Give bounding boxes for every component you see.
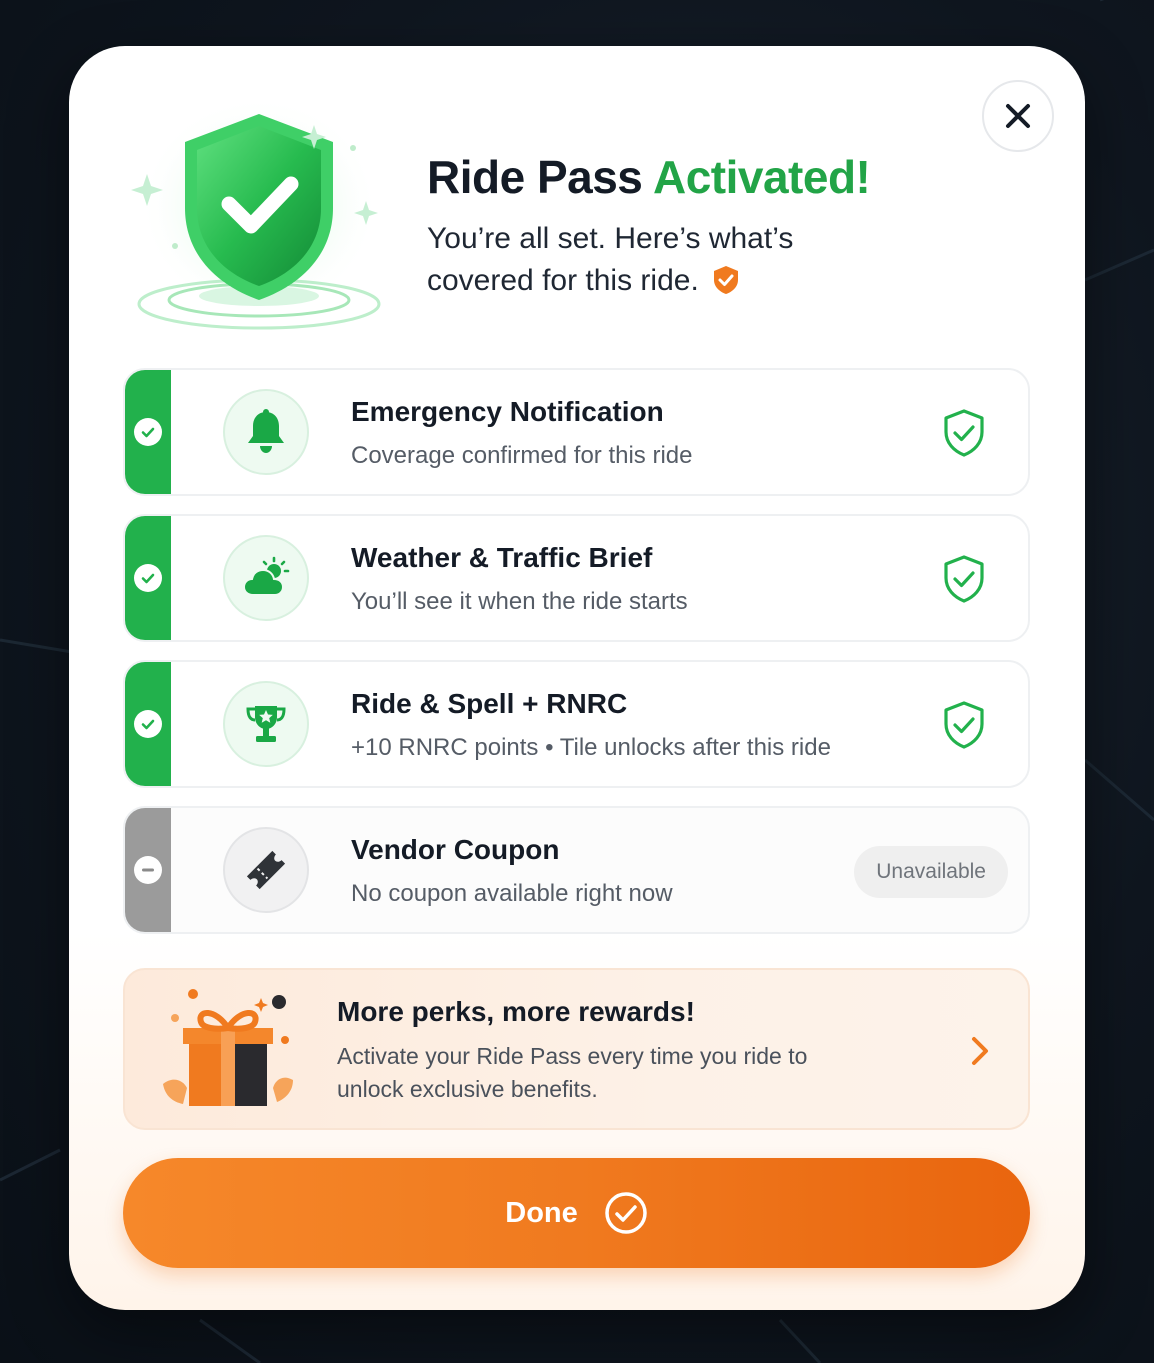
gift-icon xyxy=(163,989,293,1106)
benefit-subtitle: You’ll see it when the ride starts xyxy=(351,588,688,615)
benefit-card-emergency[interactable]: Emergency Notification Coverage confirme… xyxy=(123,368,1030,496)
status-strip xyxy=(125,808,171,932)
status-strip xyxy=(125,370,171,494)
shield-check-icon xyxy=(944,555,984,603)
benefit-subtitle: No coupon available right now xyxy=(351,880,673,907)
status-strip xyxy=(125,662,171,786)
shield-check-illustration xyxy=(131,96,381,330)
done-button[interactable]: Done xyxy=(123,1158,1030,1268)
benefit-card-weather[interactable]: Weather & Traffic Brief You’ll see it wh… xyxy=(123,514,1030,642)
benefit-card-vendor-coupon[interactable]: Vendor Coupon No coupon available right … xyxy=(123,806,1030,934)
shield-check-icon xyxy=(714,266,739,294)
weather-icon xyxy=(223,535,309,621)
status-strip xyxy=(125,516,171,640)
minus-icon xyxy=(134,856,162,884)
shield-check-icon xyxy=(944,409,984,457)
done-button-label: Done xyxy=(505,1196,578,1229)
trophy-icon xyxy=(223,681,309,767)
promo-banner[interactable]: More perks, more rewards! Activate your … xyxy=(123,968,1030,1130)
close-button[interactable] xyxy=(982,80,1054,152)
promo-title: More perks, more rewards! xyxy=(337,996,695,1027)
benefit-subtitle: Coverage confirmed for this ride xyxy=(351,442,693,469)
promo-body: Activate your Ride Pass every time you r… xyxy=(337,1043,808,1102)
bell-icon xyxy=(223,389,309,475)
shield-check-icon xyxy=(944,701,984,749)
benefit-title: Weather & Traffic Brief xyxy=(351,542,653,573)
check-icon xyxy=(134,710,162,738)
page-subtitle: You’re all set. Here’s what’s covered fo… xyxy=(427,218,887,302)
check-icon xyxy=(134,564,162,592)
page-title: Ride Pass Activated! xyxy=(427,150,871,204)
check-icon xyxy=(134,418,162,446)
title-main: Ride Pass xyxy=(427,151,643,203)
ticket-icon xyxy=(223,827,309,913)
benefit-title: Vendor Coupon xyxy=(351,834,560,865)
title-accent: Activated! xyxy=(652,151,871,203)
check-circle-icon xyxy=(605,1192,647,1234)
status-badge: Unavailable xyxy=(854,846,1008,898)
ride-pass-modal: Ride Pass Activated! You’re all set. Her… xyxy=(69,46,1085,1310)
benefit-card-ride-spell[interactable]: Ride & Spell + RNRC +10 RNRC points • Ti… xyxy=(123,660,1030,788)
benefit-title: Emergency Notification xyxy=(351,396,664,427)
chevron-right-icon[interactable] xyxy=(968,1034,992,1068)
benefit-title: Ride & Spell + RNRC xyxy=(351,688,628,719)
benefit-subtitle: +10 RNRC points • Tile unlocks after thi… xyxy=(351,734,831,761)
close-icon xyxy=(1006,104,1030,128)
